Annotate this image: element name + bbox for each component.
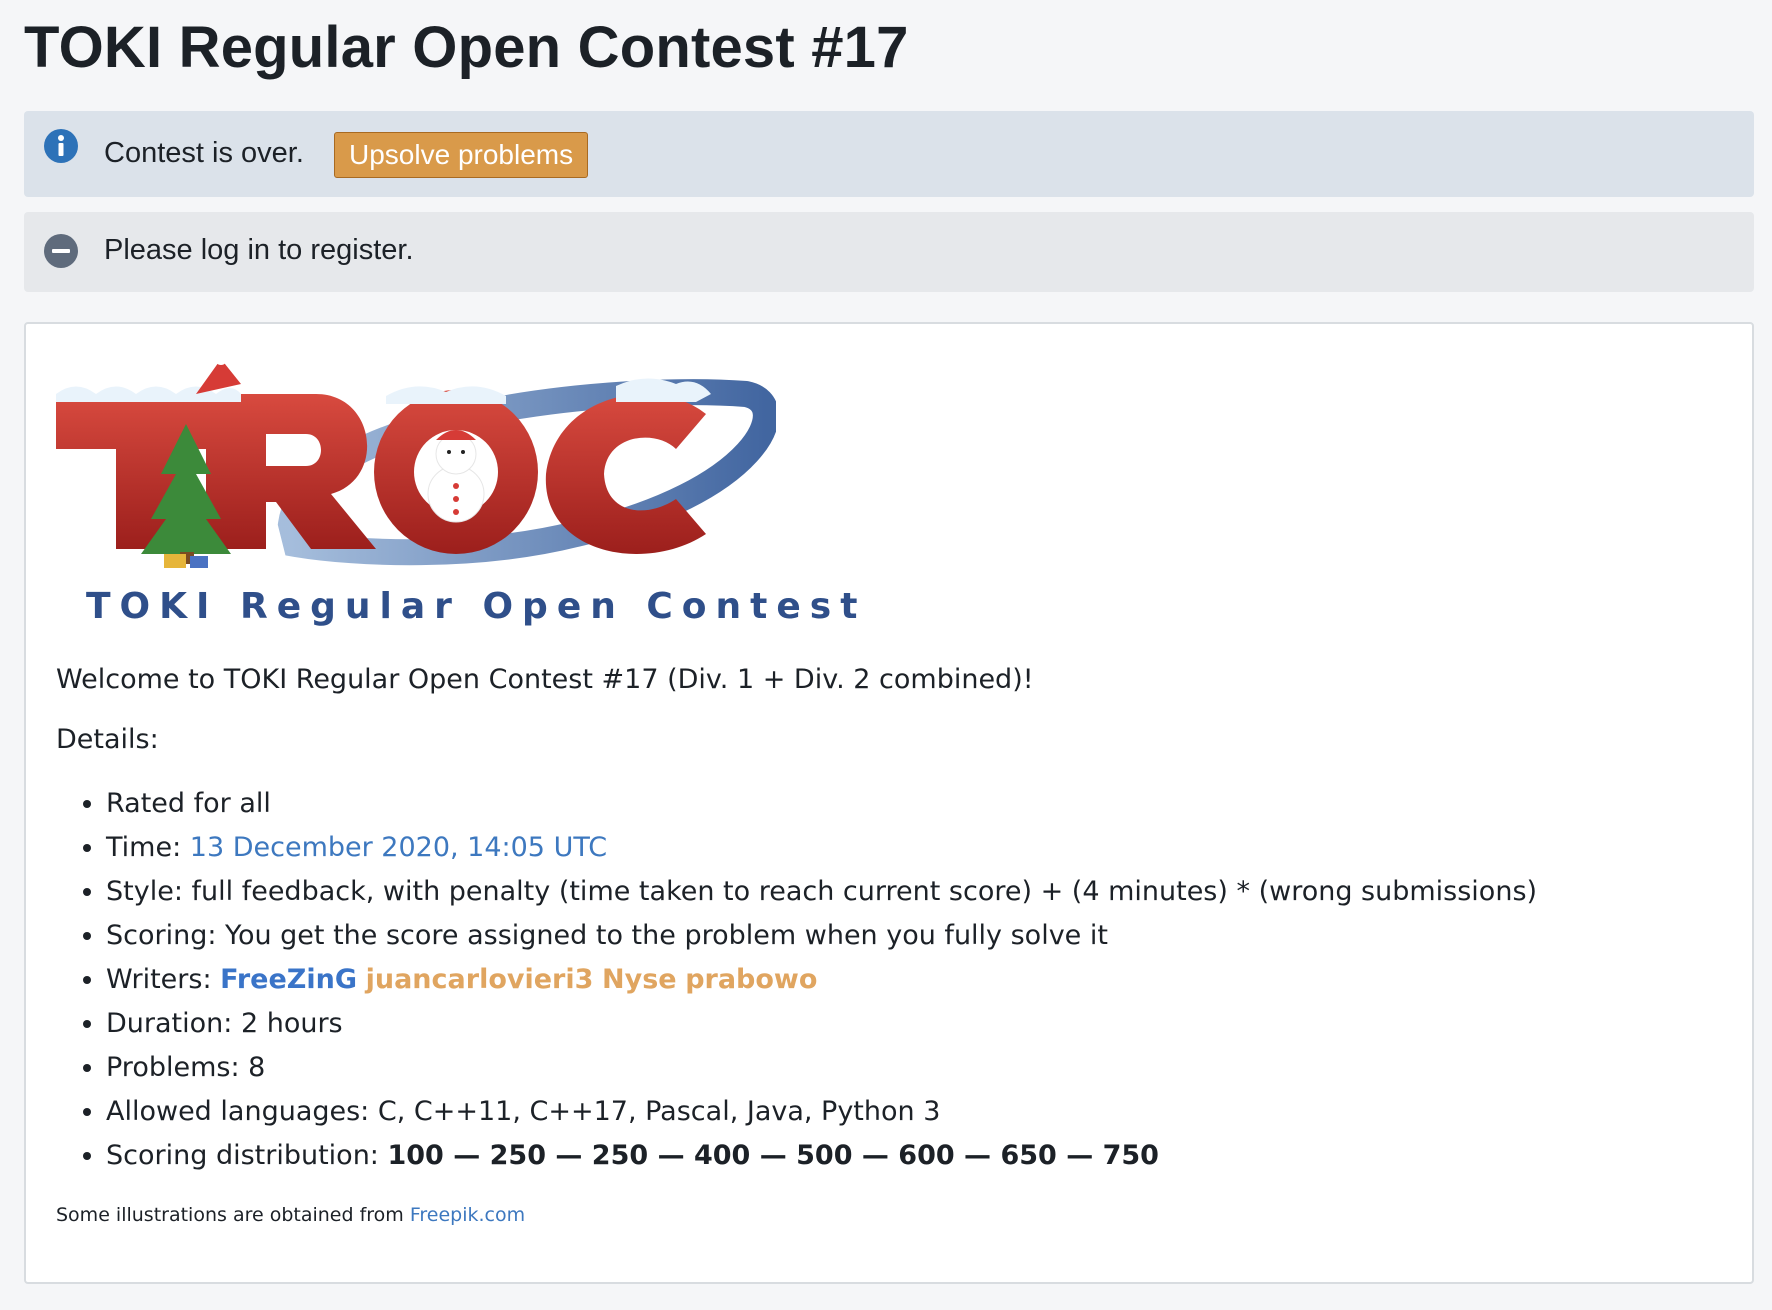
minus-circle-icon [44,234,78,268]
upsolve-problems-button[interactable]: Upsolve problems [334,132,589,178]
writer-link[interactable]: FreeZinG [220,964,357,995]
time-link[interactable]: 13 December 2020, 14:05 UTC [190,832,607,863]
detail-duration: Duration: 2 hours [106,1002,1537,1046]
info-icon [44,129,78,163]
contest-over-text: Contest is over. [104,137,304,169]
contest-over-callout: Contest is over. Upsolve problems [24,111,1754,197]
freepik-link[interactable]: Freepik.com [410,1204,525,1226]
detail-time: Time: 13 December 2020, 14:05 UTC [106,826,1537,870]
detail-languages: Allowed languages: C, C++11, C++17, Pasc… [106,1090,1537,1134]
logo-caption: TOKI Regular Open Contest [86,586,867,627]
detail-style: Style: full feedback, with penalty (time… [106,870,1537,914]
contest-description-card: TOKI Regular Open Contest Welcome to TOK… [24,322,1754,1284]
writer-link[interactable]: prabowo [685,964,817,995]
detail-writers: Writers: FreeZinG juancarlovieri3 Nyse p… [106,958,1537,1002]
page-title: TOKI Regular Open Contest #17 [24,15,909,80]
writer-link[interactable]: juancarlovieri3 [366,964,594,995]
detail-scoring: Scoring: You get the score assigned to t… [106,914,1537,958]
register-callout: Please log in to register. [24,212,1754,292]
footer-note: Some illustrations are obtained from Fre… [56,1204,526,1226]
welcome-text: Welcome to TOKI Regular Open Contest #17… [56,664,1034,695]
detail-rated: Rated for all [106,782,1537,826]
detail-problems: Problems: 8 [106,1046,1537,1090]
scoring-distribution-value: 100 — 250 — 250 — 400 — 500 — 600 — 650 … [387,1140,1159,1171]
detail-distribution: Scoring distribution: 100 — 250 — 250 — … [106,1134,1537,1178]
writer-link[interactable]: Nyse [602,964,677,995]
details-list: Rated for all Time: 13 December 2020, 14… [76,782,1537,1178]
details-label: Details: [56,724,159,755]
register-text: Please log in to register. [104,234,414,266]
